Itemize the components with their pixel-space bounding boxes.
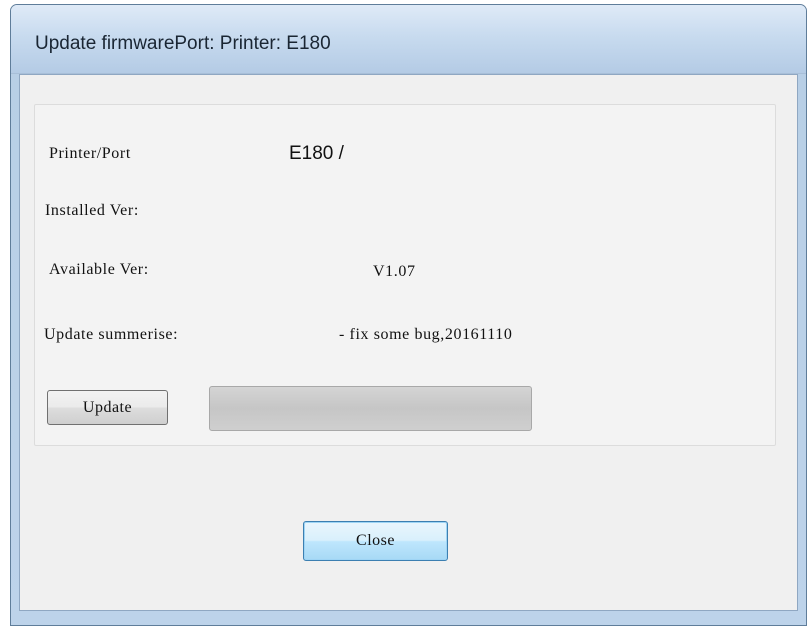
available-version-label: Available Ver: [49, 261, 149, 278]
firmware-info-group: Printer/Port E180 / Installed Ver: Avail… [34, 104, 776, 446]
close-button[interactable]: Close [303, 521, 448, 561]
update-progress-bar [209, 386, 532, 431]
printer-port-value: E180 / [289, 143, 344, 164]
update-summary-label: Update summerise: [44, 326, 179, 343]
title-bar[interactable]: Update firmwarePort: Printer: E180 [11, 5, 806, 74]
update-summary-value: - fix some bug,20161110 [339, 326, 513, 343]
available-version-value: V1.07 [373, 263, 416, 280]
installed-version-label: Installed Ver: [45, 202, 139, 219]
dialog-body: Printer/Port E180 / Installed Ver: Avail… [19, 74, 798, 611]
printer-port-label: Printer/Port [49, 145, 131, 162]
update-firmware-dialog: Update firmwarePort: Printer: E180 Print… [10, 4, 807, 626]
window-title: Update firmwarePort: Printer: E180 [35, 33, 331, 54]
update-button[interactable]: Update [47, 390, 168, 425]
